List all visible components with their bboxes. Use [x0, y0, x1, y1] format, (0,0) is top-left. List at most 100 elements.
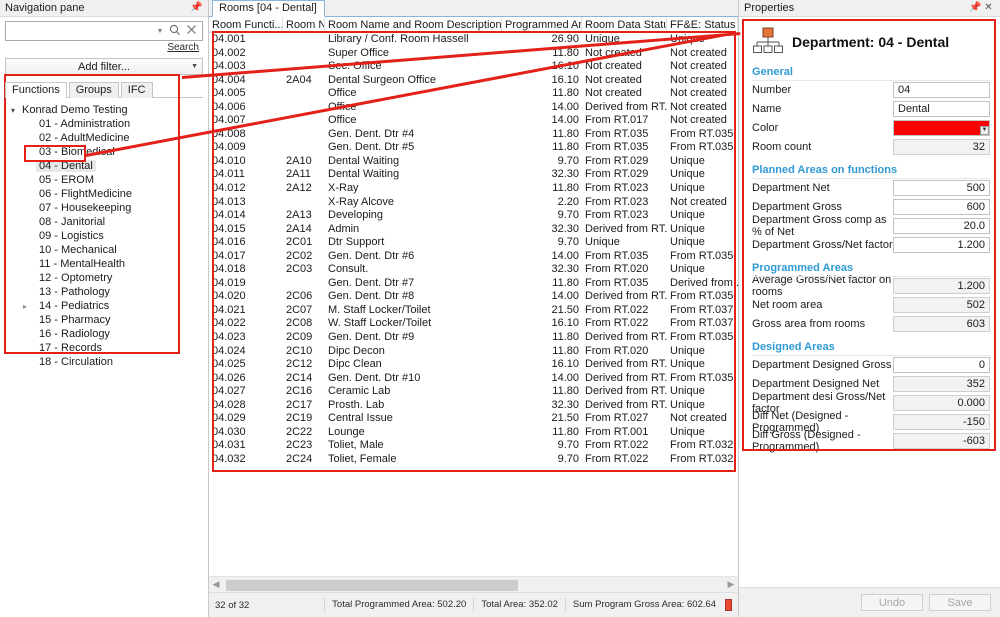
- table-row[interactable]: 04.0272C16Ceramic Lab11.80Derived from R…: [209, 385, 738, 399]
- property-value-department-designed-net: 352: [893, 376, 990, 392]
- property-value-department-gross-comp-as-of-net[interactable]: 20.0: [893, 218, 990, 234]
- property-value-name[interactable]: Dental: [893, 101, 990, 117]
- table-row[interactable]: 04.001Library / Conf. Room Hassell26.90U…: [209, 33, 738, 47]
- table-row[interactable]: 04.0212C07M. Staff Locker/Toilet21.50Fro…: [209, 304, 738, 318]
- sidebar-item-07-housekeeping[interactable]: 07 - Housekeeping: [5, 201, 203, 215]
- table-row[interactable]: 04.002Super Office11.80Not createdNot cr…: [209, 47, 738, 61]
- column-header-function[interactable]: Room Functi...: [209, 17, 283, 33]
- table-row[interactable]: 04.003Sec. Office16.10Not createdNot cre…: [209, 60, 738, 74]
- column-header-area[interactable]: Programmed Area: [502, 17, 582, 33]
- column-header-name[interactable]: Room Name and Room Description: [325, 17, 502, 33]
- add-filter-button[interactable]: Add filter... ▼: [5, 58, 203, 75]
- table-row[interactable]: 04.0252C12Dipc Clean16.10Derived from RT…: [209, 358, 738, 372]
- table-row[interactable]: 04.0122A12X-Ray11.80From RT.023Unique: [209, 182, 738, 196]
- table-row[interactable]: 04.019Gen. Dent. Dtr #711.80From RT.035D…: [209, 277, 738, 291]
- sidebar-item-08-janitorial[interactable]: 08 - Janitorial: [5, 215, 203, 229]
- table-row[interactable]: 04.0172C02Gen. Dent. Dtr #614.00From RT.…: [209, 250, 738, 264]
- sidebar-item-03-biomedical[interactable]: 03 - Biomedical: [5, 145, 203, 159]
- table-row[interactable]: 04.0312C23Toliet, Male9.70From RT.022Fro…: [209, 439, 738, 453]
- search-link[interactable]: Search: [5, 41, 203, 53]
- sidebar-item-12-optometry[interactable]: 12 - Optometry: [5, 271, 203, 285]
- table-row[interactable]: 04.0112A11Dental Waiting32.30From RT.029…: [209, 168, 738, 182]
- table-row[interactable]: 04.0262C14Gen. Dent. Dtr #1014.00Derived…: [209, 372, 738, 386]
- horizontal-scrollbar[interactable]: ◀ ▶: [209, 576, 738, 592]
- table-row[interactable]: 04.005Office11.80Not createdNot created: [209, 87, 738, 101]
- table-row[interactable]: 04.0182C03Consult.32.30From RT.020Unique: [209, 263, 738, 277]
- cell-ffe-status: Not created: [667, 74, 738, 88]
- rooms-grid-body[interactable]: 04.001Library / Conf. Room Hassell26.90U…: [209, 33, 738, 467]
- search-box[interactable]: ▼: [5, 21, 203, 41]
- property-value-department-gross[interactable]: 600: [893, 199, 990, 215]
- cell-ffe-status: From RT.035: [667, 250, 738, 264]
- column-header-ffe-status[interactable]: FF&E: Status: [667, 17, 738, 33]
- column-header-data-status[interactable]: Room Data Status: [582, 17, 667, 33]
- table-row[interactable]: 04.0102A10Dental Waiting9.70From RT.029U…: [209, 155, 738, 169]
- sidebar-item-01-administration[interactable]: 01 - Administration: [5, 117, 203, 131]
- undo-button[interactable]: Undo: [861, 594, 923, 611]
- close-icon[interactable]: [183, 24, 200, 38]
- sidebar-item-05-erom[interactable]: 05 - EROM: [5, 173, 203, 187]
- property-value-number[interactable]: 04: [893, 82, 990, 98]
- scroll-right-arrow-icon[interactable]: ▶: [724, 579, 738, 590]
- column-header-number[interactable]: Room N...: [283, 17, 325, 33]
- table-row[interactable]: 04.0232C09Gen. Dent. Dtr #911.80Derived …: [209, 331, 738, 345]
- table-row[interactable]: 04.0042A04Dental Surgeon Office16.10Not …: [209, 74, 738, 88]
- search-input[interactable]: [8, 25, 154, 37]
- property-value-color[interactable]: ▼: [893, 120, 990, 136]
- tree-root-node[interactable]: ▾ Konrad Demo Testing: [5, 103, 203, 117]
- chevron-down-icon[interactable]: ▼: [980, 126, 989, 135]
- sidebar-item-02-adultmedicine[interactable]: 02 - AdultMedicine: [5, 131, 203, 145]
- property-label: Department Net: [751, 182, 893, 194]
- sidebar-item-04-dental[interactable]: 04 - Dental: [5, 159, 203, 173]
- table-row[interactable]: 04.0162C01Dtr Support9.70UniqueUnique: [209, 236, 738, 250]
- close-icon[interactable]: ✕: [982, 2, 995, 15]
- chevron-down-icon[interactable]: ▼: [191, 59, 198, 74]
- pin-icon[interactable]: 📌: [190, 2, 203, 15]
- sidebar-item-16-radiology[interactable]: 16 - Radiology: [5, 327, 203, 341]
- table-row[interactable]: 04.0292C19Central Issue21.50From RT.027N…: [209, 412, 738, 426]
- sidebar-item-17-records[interactable]: 17 - Records: [5, 341, 203, 355]
- table-row[interactable]: 04.006Office14.00Derived from RT.017Not …: [209, 101, 738, 115]
- sidebar-item-label: 06 - FlightMedicine: [36, 188, 135, 200]
- property-value-department-net[interactable]: 500: [893, 180, 990, 196]
- tab-ifc[interactable]: IFC: [121, 82, 153, 98]
- table-row[interactable]: 04.0222C08W. Staff Locker/Toilet16.10Fro…: [209, 317, 738, 331]
- sidebar-item-06-flightmedicine[interactable]: 06 - FlightMedicine: [5, 187, 203, 201]
- table-row[interactable]: 04.008Gen. Dent. Dtr #411.80From RT.035F…: [209, 128, 738, 142]
- table-row[interactable]: 04.0202C06Gen. Dent. Dtr #814.00Derived …: [209, 290, 738, 304]
- sidebar-item-11-mentalhealth[interactable]: 11 - MentalHealth: [5, 257, 203, 271]
- pin-icon[interactable]: 📌: [969, 2, 982, 15]
- sidebar-item-09-logistics[interactable]: 09 - Logistics: [5, 229, 203, 243]
- chevron-down-icon[interactable]: ▼: [154, 28, 166, 35]
- sidebar-item-18-circulation[interactable]: 18 - Circulation: [5, 355, 203, 369]
- sidebar-item-10-mechanical[interactable]: 10 - Mechanical: [5, 243, 203, 257]
- expanded-arrow-icon[interactable]: ▾: [11, 106, 22, 115]
- table-row[interactable]: 04.0322C24Toliet, Female9.70From RT.022F…: [209, 453, 738, 467]
- sidebar-item-15-pharmacy[interactable]: 15 - Pharmacy: [5, 313, 203, 327]
- table-row[interactable]: 04.007Office14.00From RT.017Not created: [209, 114, 738, 128]
- scrollbar-track[interactable]: [223, 579, 724, 591]
- table-row[interactable]: 04.0152A14Admin32.30Derived from RT.017U…: [209, 223, 738, 237]
- table-row[interactable]: 04.0142A13Developing9.70From RT.023Uniqu…: [209, 209, 738, 223]
- scrollbar-thumb[interactable]: [226, 580, 518, 591]
- sidebar-item-14-pediatrics[interactable]: ▸14 - Pediatrics: [5, 299, 203, 313]
- cell-name: Office: [325, 87, 502, 101]
- cell-data-status: From RT.029: [582, 168, 667, 182]
- table-row[interactable]: 04.0302C22Lounge11.80From RT.001Unique: [209, 426, 738, 440]
- cell-data-status: From RT.022: [582, 304, 667, 318]
- collapsed-arrow-icon[interactable]: ▸: [23, 302, 27, 311]
- property-value-department-designed-gross[interactable]: 0: [893, 357, 990, 373]
- table-row[interactable]: 04.0282C17Prosth. Lab32.30Derived from R…: [209, 399, 738, 413]
- table-row[interactable]: 04.013X-Ray Alcove2.20From RT.023Not cre…: [209, 196, 738, 210]
- search-icon[interactable]: [166, 24, 183, 39]
- tab-groups[interactable]: Groups: [69, 82, 119, 98]
- table-row[interactable]: 04.009Gen. Dent. Dtr #511.80From RT.035F…: [209, 141, 738, 155]
- property-value-department-gross-net-factor[interactable]: 1.200: [893, 237, 990, 253]
- sidebar-item-13-pathology[interactable]: 13 - Pathology: [5, 285, 203, 299]
- tab-functions[interactable]: Functions: [5, 82, 67, 98]
- save-button[interactable]: Save: [929, 594, 991, 611]
- scroll-left-arrow-icon[interactable]: ◀: [209, 579, 223, 590]
- tab-rooms-04-dental[interactable]: Rooms [04 - Dental]: [212, 0, 325, 17]
- cell-function: 04.010: [209, 155, 283, 169]
- table-row[interactable]: 04.0242C10Dipc Decon11.80From RT.020Uniq…: [209, 345, 738, 359]
